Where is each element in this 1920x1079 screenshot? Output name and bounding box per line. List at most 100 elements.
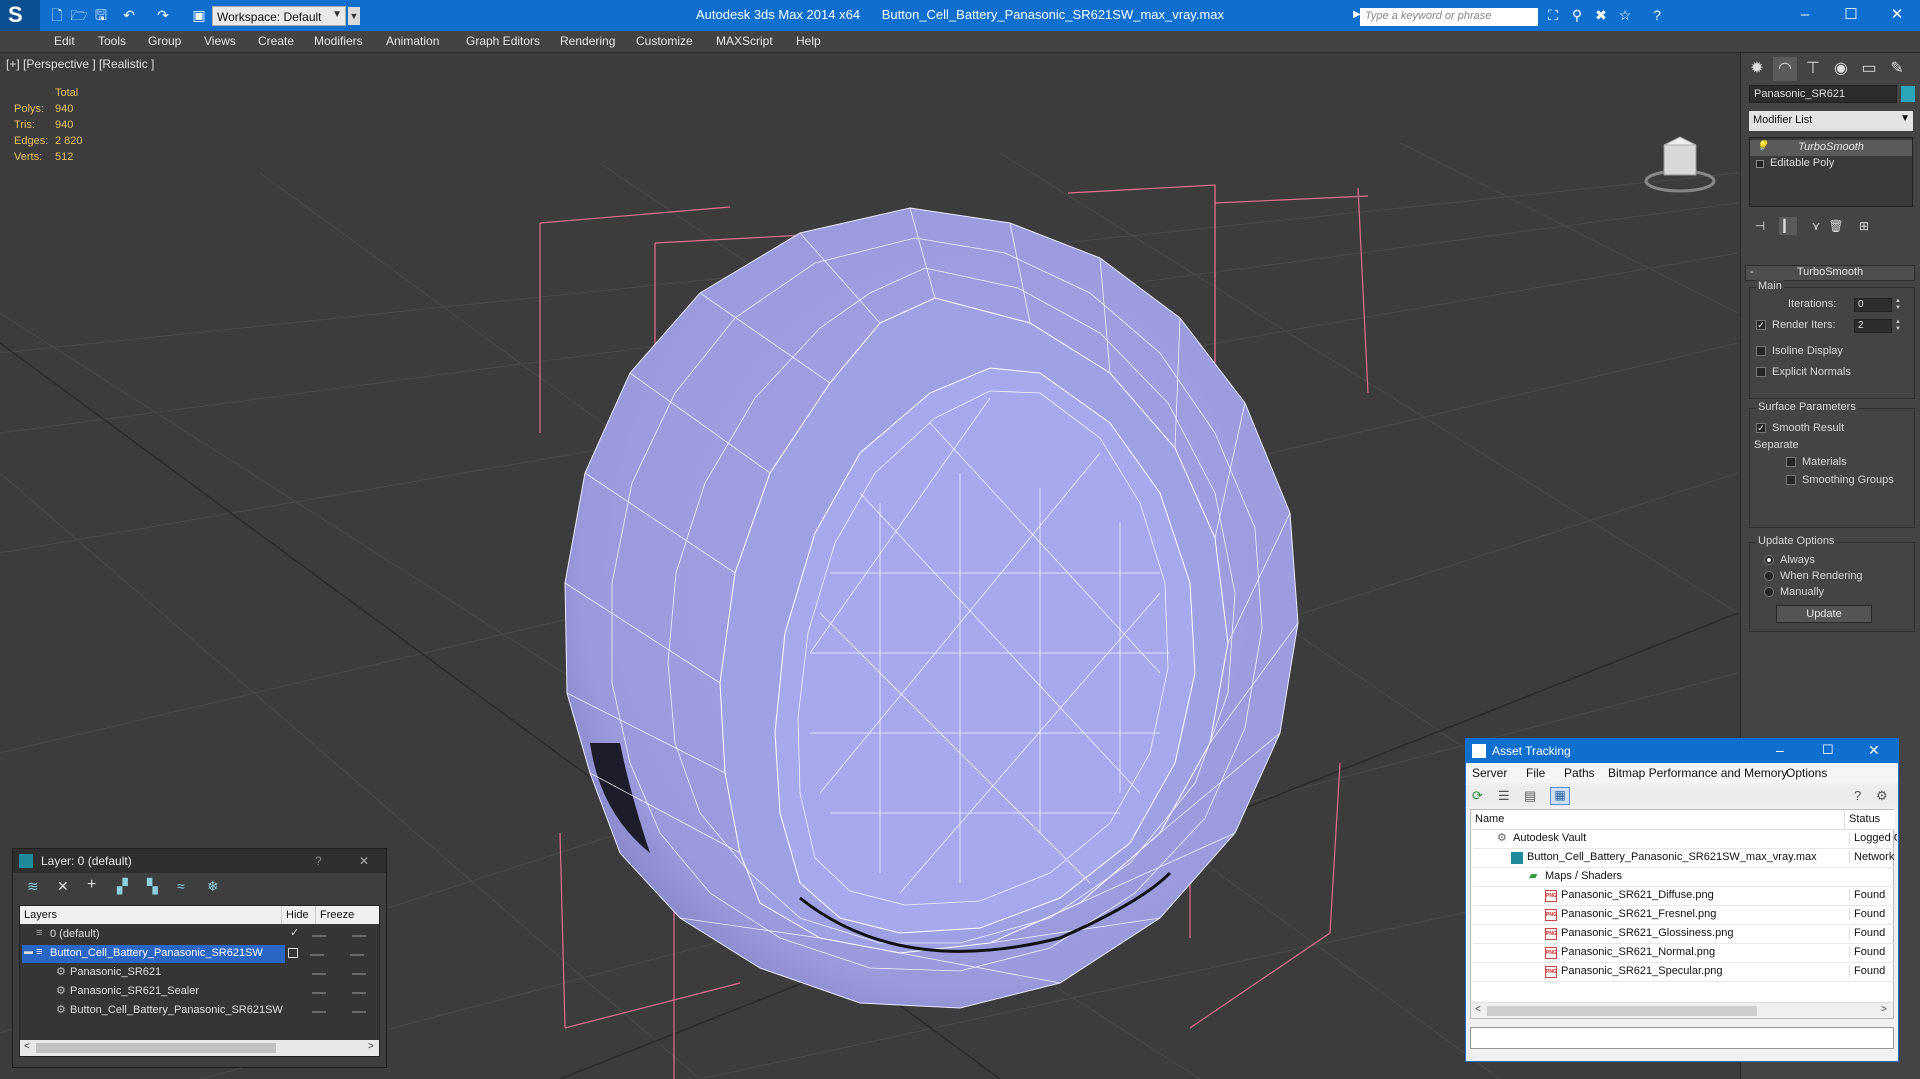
freeze-all-icon[interactable]: ❄ bbox=[207, 878, 219, 895]
help-icon[interactable]: ? bbox=[1648, 6, 1666, 24]
delete-layer-icon[interactable]: ✕ bbox=[57, 878, 69, 895]
hide-all-icon[interactable]: ≈ bbox=[177, 878, 185, 894]
smooth-result-checkbox[interactable]: ✓ bbox=[1756, 423, 1766, 433]
scrollbar-thumb[interactable] bbox=[1487, 1006, 1757, 1016]
menu-edit[interactable]: Edit bbox=[54, 34, 75, 48]
maximize-icon[interactable]: ☐ bbox=[1822, 742, 1834, 758]
freeze-toggle[interactable] bbox=[352, 992, 366, 994]
freeze-toggle[interactable] bbox=[352, 935, 366, 937]
expand-icon[interactable] bbox=[1756, 160, 1764, 168]
communication-icon[interactable]: ✖ bbox=[1592, 6, 1610, 24]
smoothing-groups-checkbox[interactable] bbox=[1786, 475, 1796, 485]
remove-modifier-icon[interactable]: 🗑 bbox=[1827, 217, 1845, 235]
layer-row-object[interactable]: ⚙ Panasonic_SR621_Sealer bbox=[22, 983, 379, 1001]
configure-sets-icon[interactable]: ⊞ bbox=[1855, 217, 1873, 235]
asset-row-map[interactable]: PNG Panasonic_SR621_Normal.png Found bbox=[1473, 944, 1897, 963]
hierarchy-tab-icon[interactable]: ⊤ bbox=[1801, 57, 1825, 81]
scroll-left-icon[interactable]: < bbox=[24, 1041, 30, 1052]
asset-menu-server[interactable]: Server bbox=[1472, 766, 1507, 780]
asset-row-vault[interactable]: ⚙ Autodesk Vault Logged C bbox=[1473, 830, 1897, 849]
layer-row-object[interactable]: ⚙ Button_Cell_Battery_Panasonic_SR621SW bbox=[22, 1002, 379, 1020]
menu-rendering[interactable]: Rendering bbox=[560, 34, 615, 48]
help-icon[interactable]: ? bbox=[315, 854, 322, 868]
layer-row-object[interactable]: ⚙ Panasonic_SR621 bbox=[22, 964, 379, 982]
freeze-toggle[interactable] bbox=[352, 1011, 366, 1013]
refresh-icon[interactable]: ⟳ bbox=[1472, 788, 1483, 804]
viewport-label[interactable]: [+] [Perspective ] [Realistic ] bbox=[6, 57, 154, 71]
spinner-arrows-icon[interactable]: ▲ ▼ bbox=[1894, 298, 1902, 312]
hide-toggle[interactable] bbox=[310, 954, 324, 956]
search-input[interactable]: Type a keyword or phrase bbox=[1360, 8, 1538, 26]
scroll-right-icon[interactable]: > bbox=[1881, 1004, 1887, 1015]
object-name-field[interactable]: Panasonic_SR621 bbox=[1749, 85, 1897, 103]
hide-toggle[interactable] bbox=[312, 935, 326, 937]
modify-tab-icon[interactable]: ◠ bbox=[1773, 57, 1797, 81]
column-header-name[interactable]: Name bbox=[1471, 810, 1845, 830]
asset-row-maps-folder[interactable]: ▰ Maps / Shaders bbox=[1473, 868, 1897, 887]
menu-tools[interactable]: Tools bbox=[98, 34, 126, 48]
freeze-toggle[interactable] bbox=[352, 973, 366, 975]
asset-row-map[interactable]: PNG Panasonic_SR621_Specular.png Found bbox=[1473, 963, 1897, 982]
menu-graph-editors[interactable]: Graph Editors bbox=[466, 34, 540, 48]
help-icon[interactable]: ? bbox=[1854, 788, 1861, 803]
materials-checkbox[interactable] bbox=[1786, 457, 1796, 467]
make-unique-icon[interactable]: ⋎ bbox=[1807, 217, 1825, 235]
column-header-freeze[interactable]: Freeze bbox=[316, 906, 379, 924]
grid-view-icon[interactable]: ▦ bbox=[1550, 787, 1570, 805]
menu-animation[interactable]: Animation bbox=[386, 34, 439, 48]
asset-menu-bitmap[interactable]: Bitmap Performance and Memory bbox=[1608, 766, 1787, 780]
menu-modifiers[interactable]: Modifiers bbox=[314, 34, 363, 48]
iterations-spinner[interactable]: 0 bbox=[1854, 298, 1892, 312]
minimize-icon[interactable]: – bbox=[1776, 742, 1784, 758]
list-view-icon[interactable]: ☰ bbox=[1498, 788, 1510, 804]
table-view-icon[interactable]: ▤ bbox=[1524, 788, 1536, 804]
turbosmooth-rollout-header[interactable]: - TurboSmooth bbox=[1745, 265, 1915, 281]
binoculars-icon[interactable]: ⛶ bbox=[1544, 6, 1562, 24]
collapse-icon[interactable]: ▬ bbox=[24, 946, 33, 956]
render-iters-spinner[interactable]: 2 bbox=[1854, 319, 1892, 333]
menu-views[interactable]: Views bbox=[204, 34, 236, 48]
menu-group[interactable]: Group bbox=[148, 34, 181, 48]
pin-stack-icon[interactable]: ⊣ bbox=[1751, 217, 1769, 235]
menu-help[interactable]: Help bbox=[796, 34, 821, 48]
isoline-display-checkbox[interactable] bbox=[1756, 346, 1766, 356]
project-folder-icon[interactable]: ▣ bbox=[190, 6, 208, 24]
horizontal-scrollbar[interactable]: < > bbox=[1471, 1002, 1893, 1018]
undo-icon[interactable]: ↶ bbox=[120, 6, 138, 24]
render-iters-checkbox[interactable]: ✓ bbox=[1756, 320, 1766, 330]
maximize-icon[interactable]: ☐ bbox=[1828, 4, 1874, 26]
utilities-tab-icon[interactable]: ✎ bbox=[1885, 57, 1909, 81]
open-file-icon[interactable]: 🗁 bbox=[70, 6, 88, 24]
lightbulb-icon[interactable]: 💡 bbox=[1756, 141, 1768, 153]
scrollbar-thumb[interactable] bbox=[36, 1043, 276, 1053]
asset-row-map[interactable]: PNG Panasonic_SR621_Glossiness.png Found bbox=[1473, 925, 1897, 944]
layer-row-default[interactable]: ≡ 0 (default) ✓ bbox=[22, 926, 379, 944]
scroll-left-icon[interactable]: < bbox=[1475, 1004, 1481, 1015]
stack-item-turbosmooth[interactable]: 💡 TurboSmooth bbox=[1750, 140, 1912, 156]
stack-item-editable-poly[interactable]: Editable Poly bbox=[1750, 156, 1912, 172]
favorites-star-icon[interactable]: ☆ bbox=[1616, 6, 1634, 24]
redo-icon[interactable]: ↷ bbox=[154, 6, 172, 24]
asset-row-map[interactable]: PNG Panasonic_SR621_Diffuse.png Found bbox=[1473, 887, 1897, 906]
hide-toggle[interactable] bbox=[312, 973, 326, 975]
key-icon[interactable]: ⚲ bbox=[1568, 6, 1586, 24]
close-icon[interactable]: ✕ bbox=[359, 854, 369, 868]
create-layer-icon[interactable]: ≋ bbox=[27, 878, 39, 895]
save-file-icon[interactable]: 🖫 bbox=[92, 6, 110, 24]
highlight-layer-icon[interactable]: ▚ bbox=[147, 878, 158, 895]
always-radio[interactable] bbox=[1764, 555, 1774, 565]
menu-maxscript[interactable]: MAXScript bbox=[716, 34, 773, 48]
spinner-arrows-icon[interactable]: ▲ ▼ bbox=[1894, 319, 1902, 333]
asset-menu-paths[interactable]: Paths bbox=[1564, 766, 1595, 780]
workspace-dropdown[interactable]: Workspace: Default ▼ bbox=[212, 6, 346, 26]
asset-menu-options[interactable]: Options bbox=[1786, 766, 1827, 780]
explicit-normals-checkbox[interactable] bbox=[1756, 367, 1766, 377]
asset-row-maxfile[interactable]: Button_Cell_Battery_Panasonic_SR621SW_ma… bbox=[1473, 849, 1897, 868]
asset-row-map[interactable]: PNG Panasonic_SR621_Fresnel.png Found bbox=[1473, 906, 1897, 925]
hide-toggle[interactable] bbox=[312, 992, 326, 994]
column-header-hide[interactable]: Hide bbox=[282, 906, 316, 924]
hide-toggle[interactable] bbox=[312, 1011, 326, 1013]
layer-window-titlebar[interactable]: Layer: 0 (default) ? ✕ bbox=[13, 849, 386, 873]
object-color-swatch[interactable] bbox=[1901, 86, 1915, 102]
column-header-status[interactable]: Status bbox=[1845, 810, 1895, 830]
